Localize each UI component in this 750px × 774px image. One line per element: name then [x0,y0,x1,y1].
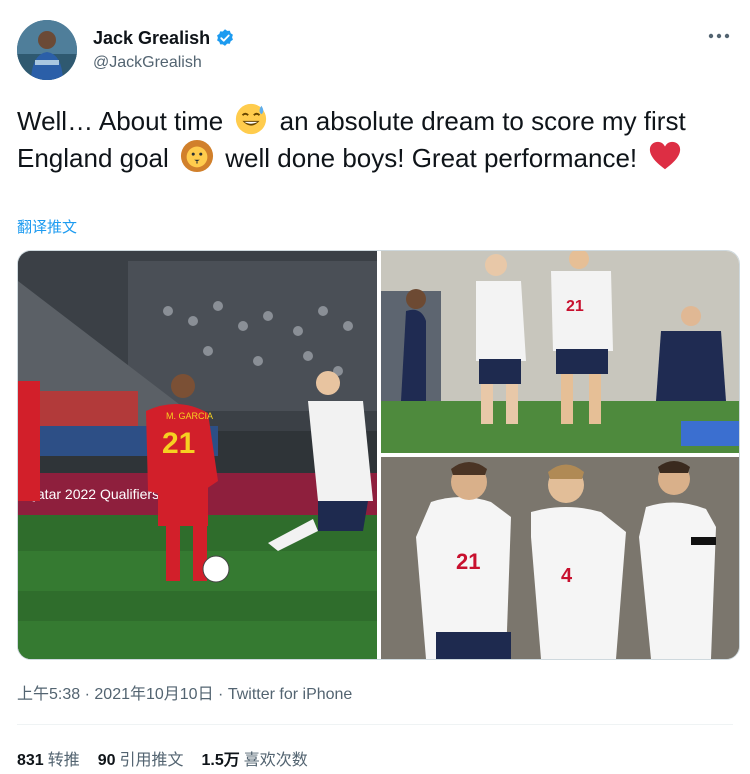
more-horizontal-icon[interactable] [705,26,733,46]
retweets-label: 转推 [47,752,80,769]
tweet-header: Jack Grealish @JackGrealish [17,20,733,84]
red-heart-emoji-icon [648,139,682,173]
quotes-count: 90 [97,752,116,769]
display-name[interactable]: Jack Grealish [93,27,210,49]
sweat-smile-emoji-icon [234,102,268,136]
match-action-photo[interactable]: Qatar 2022 Qualifiers 21 M. GARCIA [18,251,377,659]
quotes-label: 引用推文 [119,752,184,769]
divider [17,724,733,725]
team-photo[interactable]: 21 4 [381,457,739,659]
likes-stat[interactable]: 1.5万 喜欢次数 [202,746,308,770]
celebration-shirt-number: 21 [566,298,584,315]
avatar[interactable] [17,20,77,80]
tweet-stats: 831 转推 90 引用推文 1.5万 喜欢次数 [17,746,308,770]
red-shirt-name: M. GARCIA [166,411,213,421]
ad-board-text: Qatar 2022 Qualifiers [26,486,159,502]
likes-count: 1.5万 [201,752,240,769]
tweet-timestamp: 上午5:38 · 2021年10月10日 · Twitter for iPhon… [17,680,352,704]
red-shirt-number: 21 [162,427,195,460]
retweets-count: 831 [17,752,44,769]
media-grid: Qatar 2022 Qualifiers 21 M. GARCIA 21 21… [17,250,740,660]
celebration-photo[interactable]: 21 [381,251,739,453]
tweet-time[interactable]: 上午5:38 [17,686,80,703]
retweets-stat[interactable]: 831 转推 [17,746,80,770]
meta-separator-1: · [84,686,90,703]
tweet-date[interactable]: 2021年10月10日 [94,686,213,703]
lion-emoji-icon [180,139,214,173]
tweet-source[interactable]: Twitter for iPhone [228,686,353,703]
tweet-text-part-1: Well… About time [17,106,231,136]
author-block: Jack Grealish @JackGrealish [93,27,235,75]
team-shirt-number-left: 21 [456,549,480,574]
handle[interactable]: @JackGrealish [93,51,235,75]
likes-label: 喜欢次数 [243,752,308,769]
verified-badge-icon [215,28,235,48]
tweet-text: Well… About time an absolute dream to sc… [17,102,732,176]
meta-separator-2: · [218,686,224,703]
team-shirt-number-middle: 4 [561,565,573,587]
translate-tweet-link[interactable]: 翻译推文 [17,216,77,237]
tweet-text-part-3: well done boys! Great performance! [218,143,645,173]
quotes-stat[interactable]: 90 引用推文 [98,746,184,770]
